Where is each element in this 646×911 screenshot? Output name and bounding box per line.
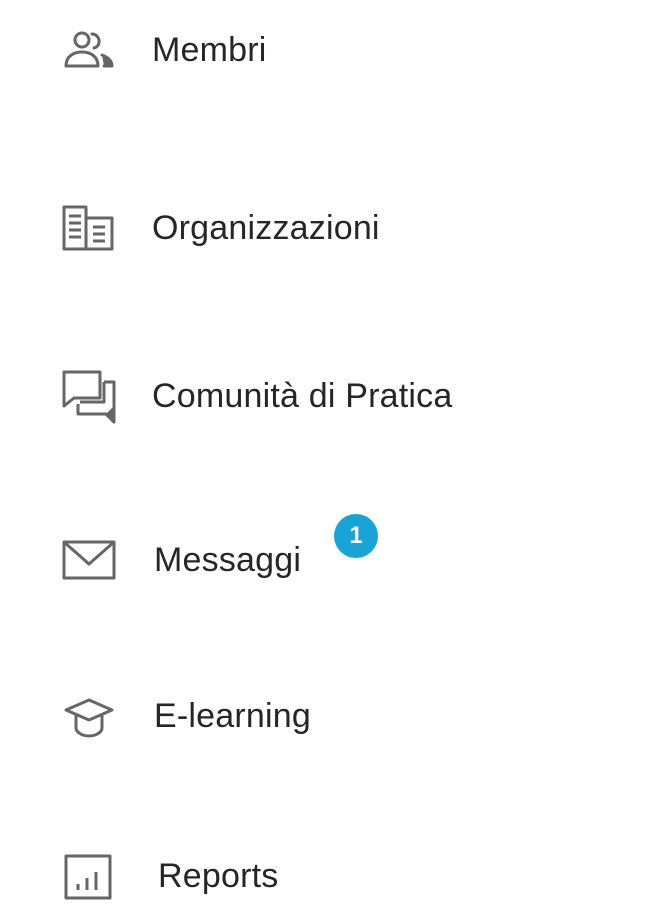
bar-chart-icon	[60, 846, 120, 906]
menu-item-comunita-di-pratica[interactable]: Comunità di Pratica	[60, 366, 453, 426]
menu-item-reports[interactable]: Reports	[60, 846, 278, 906]
menu-item-label: Messaggi	[154, 540, 302, 579]
members-icon	[60, 20, 120, 80]
menu-item-membri[interactable]: Membri	[60, 20, 267, 80]
menu-item-label: Comunità di Pratica	[152, 376, 453, 415]
unread-badge: 1	[334, 514, 378, 558]
menu-item-label: Reports	[158, 856, 279, 895]
sidebar-menu: Membri Organizzazioni Comunità di Pratic…	[0, 0, 646, 911]
menu-item-label: Organizzazioni	[152, 208, 380, 247]
organizations-icon	[60, 198, 120, 258]
menu-item-e-learning[interactable]: E-learning	[60, 686, 311, 746]
menu-item-organizzazioni[interactable]: Organizzazioni	[60, 198, 380, 258]
chat-bubbles-icon	[60, 366, 120, 426]
envelope-icon	[60, 530, 120, 590]
graduation-cap-icon	[60, 686, 120, 746]
menu-item-label: E-learning	[154, 696, 311, 735]
menu-item-label: Membri	[152, 30, 267, 69]
menu-item-messaggi[interactable]: Messaggi	[60, 530, 301, 590]
